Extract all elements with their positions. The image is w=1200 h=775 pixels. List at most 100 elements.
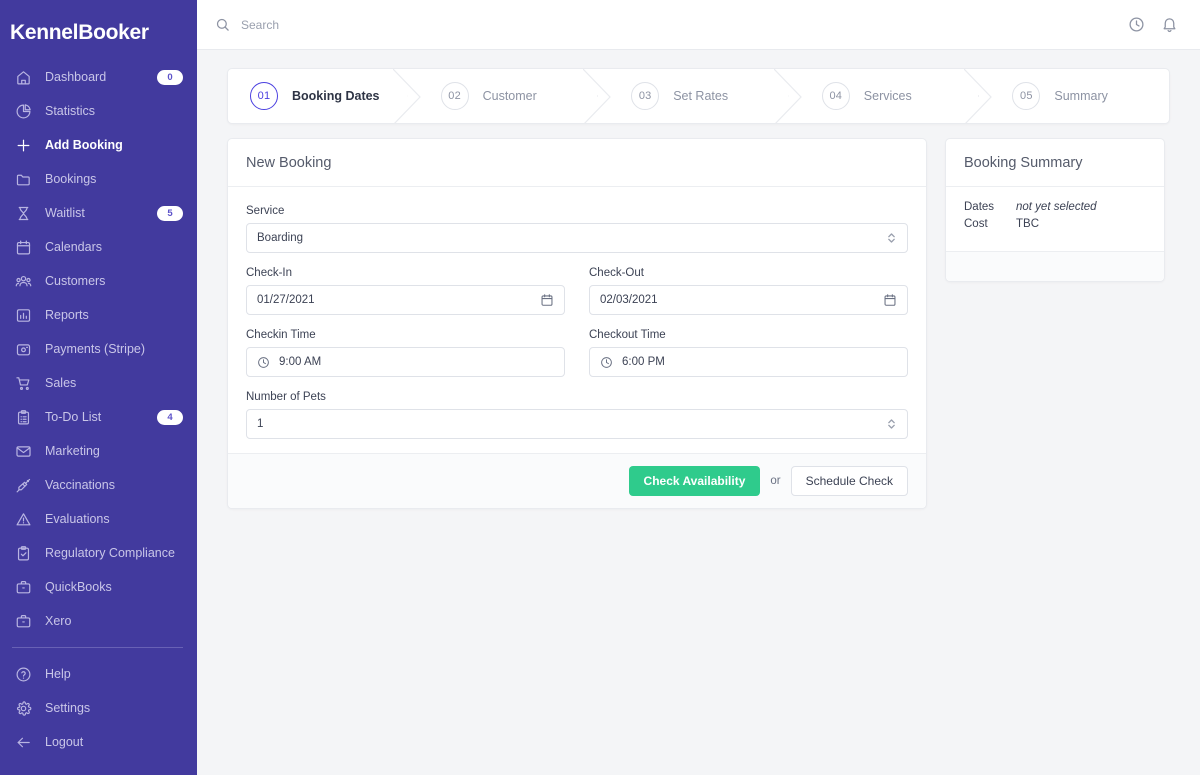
sidebar-item-label: Sales — [45, 376, 77, 390]
card-body: Service Boarding Check-In 01/27/2021 Che… — [228, 187, 926, 453]
hourglass-icon — [12, 202, 34, 224]
chevron-updown-icon — [886, 230, 897, 246]
summary-title: Booking Summary — [964, 154, 1083, 171]
sidebar-item-label: Logout — [45, 735, 84, 749]
top-bar — [197, 0, 1200, 50]
sidebar-item-label: Regulatory Compliance — [45, 546, 175, 560]
bell-icon[interactable] — [1161, 16, 1178, 33]
booking-summary-card: Booking Summary Dates not yet selected Cos… — [945, 138, 1165, 282]
sidebar-item-statistics[interactable]: Statistics — [0, 94, 197, 128]
step-number: 02 — [440, 82, 469, 110]
summary-row: Cost TBC — [964, 218, 1146, 230]
sidebar-item-reports[interactable]: Reports — [0, 298, 197, 332]
sidebar-item-label: Evaluations — [45, 512, 110, 526]
step-label: Booking Dates — [292, 89, 380, 103]
sidebar-item-evaluations[interactable]: Evaluations — [0, 502, 197, 536]
clock-icon[interactable] — [1128, 16, 1145, 33]
brand-logo[interactable]: KennelBooker — [0, 8, 197, 54]
check-out-input[interactable]: 02/03/2021 — [589, 285, 908, 315]
step-01[interactable]: 01 Booking Dates — [228, 69, 421, 123]
check-out-value: 02/03/2021 — [600, 294, 658, 306]
sidebar-item-label: Waitlist — [45, 206, 85, 220]
sidebar-item-label: Help — [45, 667, 71, 681]
sidebar-item-xero[interactable]: Xero — [0, 604, 197, 638]
step-03[interactable]: 03 Set Rates — [597, 69, 802, 123]
sidebar-item-logout[interactable]: Logout — [0, 725, 197, 759]
schedule-check-button[interactable]: Schedule Check — [790, 466, 908, 496]
step-label: Customer — [482, 89, 537, 103]
sidebar-item-label: Calendars — [45, 240, 102, 254]
app-root: KennelBooker Dashboard 0 Statistics Add Boo… — [0, 0, 1200, 775]
summary-row-key: Cost — [964, 218, 988, 230]
sidebar-item-label: To-Do List — [45, 410, 102, 424]
main-area: 01 Booking Dates 02 Customer 03 Set Rates 04 Se… — [197, 0, 1200, 775]
sidebar-item-regulatory-compliance[interactable]: Regulatory Compliance — [0, 536, 197, 570]
credit-card-icon — [12, 338, 34, 360]
briefcase-icon — [12, 610, 34, 632]
step-number: 03 — [631, 82, 660, 110]
sidebar-item-quickbooks[interactable]: QuickBooks — [0, 570, 197, 604]
step-05[interactable]: 05 Summary — [978, 69, 1169, 123]
page-title: New Booking — [246, 154, 332, 171]
sidebar-item-label: Dashboard — [45, 70, 107, 84]
sidebar-item-label: Payments (Stripe) — [45, 342, 146, 356]
checkin-time-label: Checkin Time — [246, 329, 316, 341]
card-header: New Booking — [228, 139, 926, 187]
sidebar-item-settings[interactable]: Settings — [0, 691, 197, 725]
search-input[interactable] — [241, 17, 541, 32]
checkout-time-input[interactable]: 6:00 PM — [589, 347, 908, 377]
sidebar-item-customers[interactable]: Customers — [0, 264, 197, 298]
service-value: Boarding — [257, 232, 304, 244]
briefcase-icon — [12, 576, 34, 598]
service-label: Service — [246, 205, 285, 217]
sidebar-item-calendars[interactable]: Calendars — [0, 230, 197, 264]
calendar-icon[interactable] — [883, 293, 897, 307]
question-circle-icon — [12, 663, 34, 685]
sidebar-item-sales[interactable]: Sales — [0, 366, 197, 400]
checkin-time-value: 9:00 AM — [279, 356, 322, 368]
step-02[interactable]: 02 Customer — [407, 69, 612, 123]
step-label: Set Rates — [673, 89, 729, 103]
sidebar-item-badge: 5 — [157, 205, 183, 221]
sidebar-footer-nav: Help Settings Logout — [0, 657, 197, 759]
check-out-label: Check-Out — [589, 267, 644, 279]
sidebar-item-dashboard[interactable]: Dashboard 0 — [0, 60, 197, 94]
sidebar-item-label: Reports — [45, 308, 89, 322]
sidebar-item-marketing[interactable]: Marketing — [0, 434, 197, 468]
checkout-time-field: Checkout Time 6:00 PM — [589, 329, 908, 377]
summary-body: Dates not yet selected Cost TBC — [946, 187, 1164, 251]
step-04[interactable]: 04 Services — [788, 69, 993, 123]
check-in-value: 01/27/2021 — [257, 294, 315, 306]
sidebar-item-label: Customers — [45, 274, 106, 288]
checkin-time-input[interactable]: 9:00 AM — [246, 347, 565, 377]
check-availability-button[interactable]: Check Availability — [628, 466, 761, 496]
check-in-input[interactable]: 01/27/2021 — [246, 285, 565, 315]
sidebar-item-vaccinations[interactable]: Vaccinations — [0, 468, 197, 502]
num-pets-field: Number of Pets 1 — [246, 391, 908, 439]
num-pets-stepper[interactable]: 1 — [246, 409, 908, 439]
sidebar-item-bookings[interactable]: Bookings — [0, 162, 197, 196]
calendar-icon — [12, 236, 34, 258]
sidebar-item-waitlist[interactable]: Waitlist 5 — [0, 196, 197, 230]
clock-icon — [600, 356, 613, 369]
home-icon — [12, 66, 34, 88]
sidebar-item-add-booking[interactable]: Add Booking — [0, 128, 197, 162]
users-icon — [12, 270, 34, 292]
sidebar-item-help[interactable]: Help — [0, 657, 197, 691]
service-select[interactable]: Boarding — [246, 223, 908, 253]
sidebar-item-to-do-list[interactable]: To-Do List 4 — [0, 400, 197, 434]
topbar-actions — [1128, 16, 1178, 33]
summary-row-key: Dates — [964, 201, 995, 213]
calendar-icon[interactable] — [540, 293, 554, 307]
arrow-left-icon — [12, 731, 34, 753]
checkout-time-value: 6:00 PM — [622, 356, 665, 368]
sidebar-item-payments-stripe[interactable]: Payments (Stripe) — [0, 332, 197, 366]
chevron-updown-icon[interactable] — [886, 416, 897, 432]
num-pets-value: 1 — [257, 418, 264, 430]
sidebar-nav: Dashboard 0 Statistics Add Booking Bookings W… — [0, 60, 197, 638]
sidebar-item-label: Settings — [45, 701, 91, 715]
sidebar-item-label: Add Booking — [45, 138, 123, 152]
sidebar-item-label: Statistics — [45, 104, 96, 118]
sidebar-item-label: Vaccinations — [45, 478, 115, 492]
clipboard-list-icon — [12, 406, 34, 428]
